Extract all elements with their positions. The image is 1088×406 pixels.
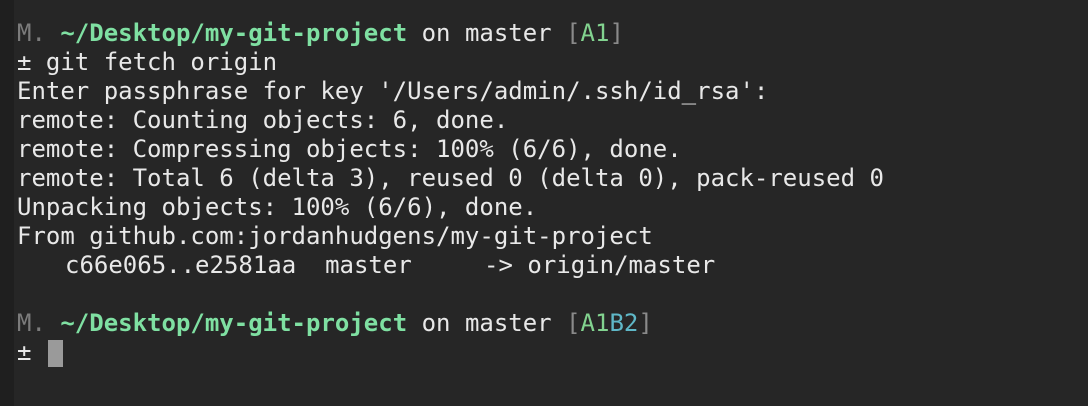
right-bracket: ] xyxy=(609,19,624,47)
right-bracket: ] xyxy=(638,309,653,337)
branch-text: on master xyxy=(407,309,567,337)
output-line: remote: Counting objects: 6, done. xyxy=(17,106,509,134)
git-status-indicator: M. xyxy=(17,19,46,47)
output-line: remote: Total 6 (delta 3), reused 0 (del… xyxy=(17,164,884,192)
command-line: ± git fetch origin xyxy=(17,48,1088,77)
ahead-indicator: A1 xyxy=(580,19,610,47)
terminal-edge xyxy=(0,0,14,406)
current-path: ~/Desktop/my-git-project xyxy=(60,19,408,47)
branch-text: on master xyxy=(407,19,567,47)
prompt-symbol: ± xyxy=(17,338,46,366)
prompt-line-2: M. ~/Desktop/my-git-project on master [A… xyxy=(17,309,1088,338)
left-bracket: [ xyxy=(566,309,581,337)
ref-update-line: c66e065..e2581aa master -> origin/master xyxy=(65,251,716,279)
prompt-line-1: M. ~/Desktop/my-git-project on master [A… xyxy=(17,19,1088,48)
prompt-symbol: ± xyxy=(17,48,32,76)
current-path: ~/Desktop/my-git-project xyxy=(60,309,408,337)
ahead-indicator: A1 xyxy=(580,309,610,337)
behind-indicator: B2 xyxy=(609,309,639,337)
left-bracket: [ xyxy=(566,19,581,47)
output-line: Unpacking objects: 100% (6/6), done. xyxy=(17,193,538,221)
output-line: From github.com:jordanhudgens/my-git-pro… xyxy=(17,222,653,250)
input-line[interactable]: ± xyxy=(17,338,1088,367)
terminal-window[interactable]: M. ~/Desktop/my-git-project on master [A… xyxy=(0,0,1088,406)
output-line: Enter passphrase for key '/Users/admin/.… xyxy=(17,77,769,105)
command-text: git fetch origin xyxy=(31,48,278,76)
output-line: remote: Compressing objects: 100% (6/6),… xyxy=(17,135,682,163)
text-cursor[interactable] xyxy=(47,339,63,367)
git-status-indicator: M. xyxy=(17,309,46,337)
